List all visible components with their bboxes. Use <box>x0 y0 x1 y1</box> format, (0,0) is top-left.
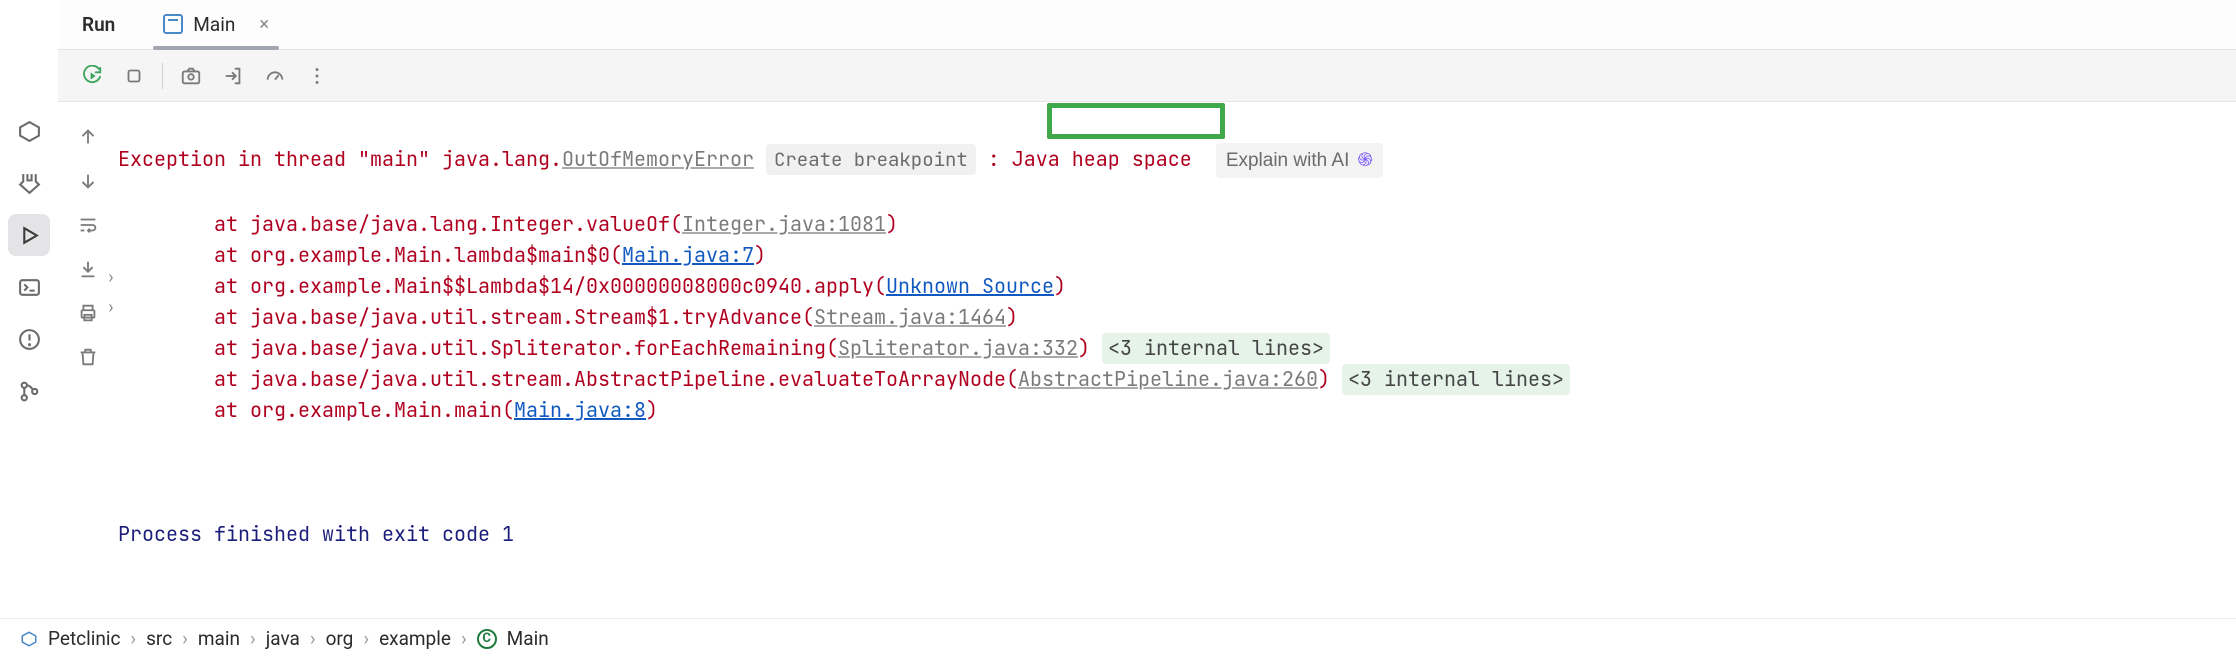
stack-frame-tail: ) <box>1054 273 1066 299</box>
exception-suffix: : Java heap space <box>976 146 1192 172</box>
create-breakpoint-button[interactable]: Create breakpoint <box>766 144 976 175</box>
stack-frame-tail: ) <box>886 211 898 237</box>
close-icon[interactable]: × <box>259 14 269 35</box>
stack-frame-tail: ) <box>754 242 766 268</box>
problems-tool-button[interactable] <box>8 318 50 360</box>
explain-with-ai-button[interactable]: Explain with AI֍ <box>1216 143 1383 178</box>
chevron-right-icon: › <box>310 627 316 650</box>
stack-frame: at java.base/java.util.Spliterator.forEa… <box>118 333 2216 364</box>
stack-frame-source-link[interactable]: Unknown Source <box>886 273 1054 299</box>
stack-frame-text: at org.example.Main.main( <box>118 397 514 423</box>
rerun-button[interactable] <box>72 56 112 96</box>
stack-frame-text: at org.example.Main.lambda$main$0( <box>118 242 622 268</box>
stack-frame-source-link[interactable]: Spliterator.java:332 <box>838 335 1078 361</box>
chevron-right-icon: › <box>363 627 369 650</box>
stack-frame: at org.example.Main$$Lambda$14/0x0000000… <box>118 271 2216 302</box>
stack-frame-tail: ) <box>646 397 658 423</box>
chevron-right-icon: › <box>250 627 256 650</box>
stack-frame-text: at java.base/java.util.Spliterator.forEa… <box>118 335 838 361</box>
breadcrumb-item[interactable]: org <box>326 627 354 650</box>
chevron-right-icon: › <box>461 627 467 650</box>
exception-prefix: Exception in thread "main" java.lang. <box>118 146 562 172</box>
print-button[interactable] <box>70 296 106 330</box>
run-config-icon <box>163 14 183 34</box>
scroll-to-end-button[interactable] <box>70 252 106 286</box>
services-tool-button[interactable] <box>8 110 50 152</box>
run-tool-tab-strip: Run Main × <box>58 0 2236 50</box>
breadcrumb-item[interactable]: Main <box>507 627 549 650</box>
stack-frame: at org.example.Main.lambda$main$0(Main.j… <box>118 240 2216 271</box>
tool-window-bar <box>0 102 58 622</box>
stack-frame: at java.base/java.util.stream.AbstractPi… <box>118 364 2216 395</box>
stack-frame-text: at java.base/java.lang.Integer.valueOf( <box>118 211 682 237</box>
breadcrumb-item[interactable]: src <box>146 627 172 650</box>
explain-with-ai-label: Explain with AI <box>1226 145 1350 176</box>
stack-frame: at java.base/java.lang.Integer.valueOf(I… <box>118 209 2216 240</box>
snapshot-button[interactable] <box>171 56 211 96</box>
internal-lines-pill[interactable]: <3 internal lines> <box>1342 364 1570 395</box>
breadcrumb-item[interactable]: Petclinic <box>48 627 120 650</box>
breadcrumb-item[interactable]: example <box>379 627 451 650</box>
stack-frame-tail: ) <box>1006 304 1018 330</box>
stack-frame-source-link[interactable]: Stream.java:1464 <box>814 304 1006 330</box>
stack-frame-text: at java.base/java.util.stream.AbstractPi… <box>118 366 1018 392</box>
stop-button[interactable] <box>114 56 154 96</box>
git-tool-button[interactable] <box>8 370 50 412</box>
tab-run-config-label: Main <box>193 13 235 36</box>
stack-frame-source-link[interactable]: Integer.java:1081 <box>682 211 886 237</box>
stack-frame-source-link[interactable]: Main.java:8 <box>514 397 646 423</box>
stack-frame-source-link[interactable]: Main.java:7 <box>622 242 754 268</box>
breadcrumb-item[interactable]: main <box>198 627 240 650</box>
soft-wrap-button[interactable] <box>70 208 106 242</box>
chevron-right-icon: › <box>182 627 188 650</box>
terminal-tool-button[interactable] <box>8 266 50 308</box>
tab-run[interactable]: Run <box>58 0 139 49</box>
stack-frame-text: at java.base/java.util.stream.Stream$1.t… <box>118 304 814 330</box>
stack-frame-text: at org.example.Main$$Lambda$14/0x0000000… <box>118 273 886 299</box>
up-stack-button[interactable] <box>70 120 106 154</box>
stack-frame-tail: ) <box>1318 366 1342 392</box>
chevron-right-icon: › <box>130 627 136 650</box>
tab-run-label: Run <box>82 13 115 36</box>
exception-class-link[interactable]: OutOfMemoryError <box>562 146 754 172</box>
breadcrumb: Petclinic › src › main › java › org › ex… <box>0 618 2236 658</box>
ai-spiral-icon: ֍ <box>1357 145 1373 176</box>
stack-frame: at org.example.Main.main(Main.java:8) <box>118 395 2216 426</box>
run-tool-button[interactable] <box>8 214 50 256</box>
build-tool-button[interactable] <box>8 162 50 204</box>
stack-frame: at java.base/java.util.stream.Stream$1.t… <box>118 302 2216 333</box>
class-circle-icon: C <box>477 629 497 649</box>
run-toolbar <box>58 50 2236 102</box>
toolbar-separator <box>162 63 163 89</box>
down-stack-button[interactable] <box>70 164 106 198</box>
tab-run-config[interactable]: Main × <box>139 0 293 49</box>
exit-button[interactable] <box>213 56 253 96</box>
more-actions-button[interactable] <box>297 56 337 96</box>
console-output[interactable]: Exception in thread "main" java.lang.Out… <box>118 102 2236 618</box>
blank-line <box>118 457 2216 488</box>
process-exit-line: Process finished with exit code 1 <box>118 519 2216 550</box>
module-hexagon-icon <box>20 630 38 648</box>
breadcrumb-item[interactable]: java <box>266 627 300 650</box>
console-side-toolbar <box>58 102 118 622</box>
internal-lines-pill[interactable]: <3 internal lines> <box>1102 333 1330 364</box>
profile-button[interactable] <box>255 56 295 96</box>
stack-frame-tail: ) <box>1078 335 1102 361</box>
exception-header: Exception in thread "main" java.lang.Out… <box>118 143 2216 178</box>
clear-all-button[interactable] <box>70 340 106 374</box>
stack-frame-source-link[interactable]: AbstractPipeline.java:260 <box>1018 366 1318 392</box>
